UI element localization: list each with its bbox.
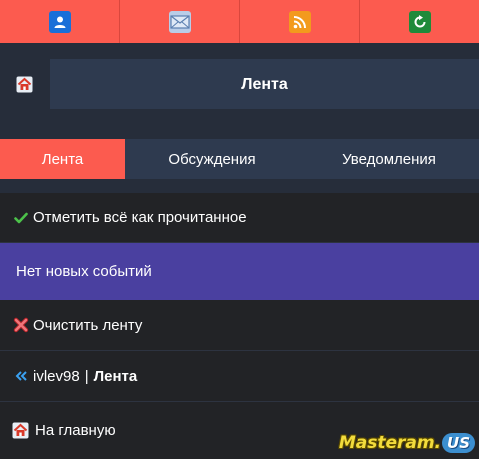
- mail-icon: [168, 10, 191, 33]
- spacer: [0, 123, 479, 139]
- messages-button[interactable]: [120, 0, 240, 43]
- rss-button[interactable]: [240, 0, 360, 43]
- refresh-button[interactable]: [360, 0, 479, 43]
- breadcrumb-user-link[interactable]: ivlev98: [33, 368, 80, 385]
- tab-bar: Лента Обсуждения Уведомления: [0, 139, 479, 179]
- breadcrumb-separator: |: [84, 367, 89, 385]
- profile-button[interactable]: [0, 0, 120, 43]
- back-icon: [12, 368, 29, 385]
- mark-all-read-label: Отметить всё как прочитанное: [33, 209, 247, 226]
- breadcrumb-current: Лента: [93, 367, 138, 385]
- tab-notifications[interactable]: Уведомления: [299, 139, 479, 179]
- home-icon[interactable]: [16, 76, 33, 98]
- tab-feed[interactable]: Лента: [0, 139, 125, 179]
- top-toolbar: [0, 0, 479, 43]
- delete-icon: [12, 317, 29, 334]
- empty-feed-message: Нет новых событий: [0, 243, 479, 300]
- rss-icon: [288, 10, 311, 33]
- user-icon: [48, 10, 71, 33]
- watermark-logo: Masteram. US: [339, 433, 475, 453]
- breadcrumb: ivlev98 | Лента: [0, 351, 479, 402]
- clear-feed-link[interactable]: Очистить ленту: [0, 300, 479, 351]
- clear-feed-label: Очистить ленту: [33, 316, 143, 334]
- tab-discussions[interactable]: Обсуждения: [125, 139, 299, 179]
- page: Лента Лента Обсуждения Уведомления Отмет…: [0, 0, 479, 459]
- empty-feed-text: Нет новых событий: [16, 263, 152, 280]
- home-link-label: На главную: [35, 422, 116, 439]
- watermark-suffix: US: [442, 433, 475, 453]
- check-icon: [12, 209, 29, 226]
- watermark-text: Masteram.: [338, 433, 442, 453]
- page-title: Лента: [241, 76, 288, 93]
- refresh-icon: [408, 10, 431, 33]
- mark-all-read-link[interactable]: Отметить всё как прочитанное: [0, 193, 479, 243]
- home-icon: [12, 422, 29, 439]
- spacer: [0, 179, 479, 193]
- page-header: Лента: [0, 43, 479, 123]
